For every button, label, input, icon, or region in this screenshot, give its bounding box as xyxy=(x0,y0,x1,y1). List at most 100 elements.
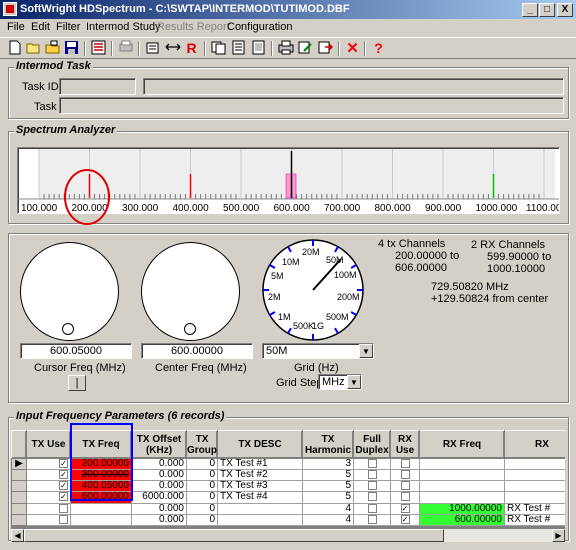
menu-configuration[interactable]: Configuration xyxy=(227,21,292,33)
full-duplex-cell[interactable] xyxy=(353,480,391,493)
tx-offset-cell[interactable]: 0.000 xyxy=(131,457,187,471)
cursor-button[interactable]: | xyxy=(68,375,86,391)
tx-use-cell[interactable] xyxy=(26,513,71,526)
arrows-horizontal-icon[interactable] xyxy=(164,40,181,57)
grid-dial[interactable]: 10M 20M 50M 100M 200M 500M 500K 1G 1M 2M… xyxy=(260,237,372,343)
export-icon[interactable] xyxy=(317,40,334,57)
tx-harmonic-cell[interactable]: 3 xyxy=(302,457,354,471)
rx-use-cell[interactable] xyxy=(390,480,420,493)
row-selector[interactable]: ▶ xyxy=(11,457,27,471)
print-preview-icon[interactable] xyxy=(117,40,134,57)
tx-group-cell[interactable]: 0 xyxy=(186,457,218,471)
row-selector[interactable] xyxy=(11,502,27,515)
scroll-thumb[interactable] xyxy=(24,529,444,542)
tx-use-cell[interactable]: ✓ xyxy=(26,480,71,493)
menu-edit[interactable]: Edit xyxy=(31,21,50,33)
rx-freq-cell[interactable] xyxy=(419,469,505,482)
col-full-duplex[interactable]: Full Duplex xyxy=(353,430,391,459)
row-selector[interactable] xyxy=(11,480,27,493)
rx-freq-cell[interactable] xyxy=(419,457,505,471)
checkbox[interactable]: ✓ xyxy=(59,481,68,491)
tx-offset-cell[interactable]: 0.000 xyxy=(131,469,187,482)
cursor-freq-input[interactable]: 600.05000 xyxy=(20,343,132,359)
tx-group-cell[interactable]: 0 xyxy=(186,502,218,515)
tx-use-cell[interactable]: ✓ xyxy=(26,469,71,482)
tx-desc-cell[interactable]: TX Test #1 xyxy=(217,457,303,471)
rx-use-cell[interactable] xyxy=(390,469,420,482)
help-icon[interactable]: ? xyxy=(370,40,387,57)
menu-results-report[interactable]: Results Report xyxy=(157,21,230,33)
tx-group-cell[interactable]: 0 xyxy=(186,469,218,482)
tx-harmonic-cell[interactable]: 4 xyxy=(302,502,354,515)
center-freq-input[interactable]: 600.00000 xyxy=(141,343,253,359)
tx-offset-cell[interactable]: 0.000 xyxy=(131,502,187,515)
checkbox[interactable] xyxy=(400,459,410,468)
tx-use-cell[interactable]: ✓ xyxy=(26,457,71,471)
row-selector[interactable] xyxy=(11,513,27,526)
tx-desc-cell[interactable]: TX Test #4 xyxy=(217,491,303,504)
tx-offset-cell[interactable]: 0.000 xyxy=(131,513,187,526)
full-duplex-cell[interactable] xyxy=(353,469,391,482)
maximize-button[interactable]: □ xyxy=(539,3,555,17)
col-rx-freq[interactable]: RX Freq xyxy=(419,430,505,459)
rx-desc-cell[interactable] xyxy=(504,457,565,471)
tx-desc-cell[interactable] xyxy=(217,513,303,526)
tx-harmonic-cell[interactable]: 5 xyxy=(302,491,354,504)
checkbox[interactable] xyxy=(400,470,410,480)
tx-harmonic-cell[interactable]: 5 xyxy=(302,480,354,493)
tx-desc-cell[interactable]: TX Test #2 xyxy=(217,469,303,482)
grid-step-select[interactable]: MHz ▼ xyxy=(318,374,362,390)
tx-offset-cell[interactable]: 0.000 xyxy=(131,480,187,493)
col-rx-use[interactable]: RX Use xyxy=(390,430,420,459)
rx-desc-cell[interactable] xyxy=(504,469,565,482)
checkbox[interactable] xyxy=(367,515,377,524)
table-row[interactable]: 0.000 0 4 ✓ 1000.00000 RX Test # xyxy=(11,502,565,515)
rx-freq-cell[interactable]: 600.00000 xyxy=(419,513,505,526)
scroll-left-icon[interactable]: ◀ xyxy=(11,529,24,542)
checkbox[interactable] xyxy=(59,515,68,524)
copy-icon[interactable] xyxy=(210,40,227,57)
checkbox[interactable]: ✓ xyxy=(59,470,68,480)
scroll-right-icon[interactable]: ▶ xyxy=(552,529,565,542)
rx-use-cell[interactable]: ✓ xyxy=(390,502,420,515)
col-tx-offset[interactable]: TX Offset (KHz) xyxy=(131,430,187,459)
tx-desc-cell[interactable] xyxy=(217,502,303,515)
tx-group-cell[interactable]: 0 xyxy=(186,480,218,493)
printer-icon[interactable] xyxy=(277,40,294,57)
new-icon[interactable] xyxy=(6,40,23,57)
folder-icon[interactable] xyxy=(44,40,61,57)
edit-icon[interactable] xyxy=(297,40,314,57)
tx-harmonic-cell[interactable]: 5 xyxy=(302,469,354,482)
checkbox[interactable]: ✓ xyxy=(59,492,68,502)
app-icon[interactable] xyxy=(3,2,17,16)
checkbox[interactable] xyxy=(367,470,377,480)
checkbox[interactable]: ✓ xyxy=(400,504,410,513)
table-horizontal-scrollbar[interactable]: ◀ ▶ xyxy=(11,529,565,542)
task-id-field[interactable] xyxy=(59,78,136,95)
list-icon[interactable] xyxy=(90,40,107,57)
col-tx-group[interactable]: TX Group xyxy=(186,430,218,459)
grid-select[interactable]: 50M ▼ xyxy=(262,343,374,359)
checkbox[interactable] xyxy=(367,459,377,468)
full-duplex-cell[interactable] xyxy=(353,502,391,515)
rx-desc-cell[interactable] xyxy=(504,480,565,493)
rx-desc-cell[interactable] xyxy=(504,491,565,504)
menu-file[interactable]: File xyxy=(7,21,25,33)
grid-dropdown-arrow-icon[interactable]: ▼ xyxy=(359,344,373,358)
full-duplex-cell[interactable] xyxy=(353,491,391,504)
full-duplex-cell[interactable] xyxy=(353,457,391,471)
close-button[interactable]: X xyxy=(557,3,573,17)
tx-use-cell[interactable]: ✓ xyxy=(26,491,71,504)
checkbox[interactable]: ✓ xyxy=(59,459,68,468)
checkbox[interactable] xyxy=(59,504,68,513)
tx-use-cell[interactable] xyxy=(26,502,71,515)
rx-use-cell[interactable]: ✓ xyxy=(390,513,420,526)
calculator-icon[interactable] xyxy=(144,40,161,57)
tx-group-cell[interactable]: 0 xyxy=(186,513,218,526)
grid-step-dropdown-arrow-icon[interactable]: ▼ xyxy=(347,375,361,389)
checkbox[interactable] xyxy=(367,504,377,513)
menu-intermod-study[interactable]: Intermod Study xyxy=(86,21,161,33)
task-field[interactable] xyxy=(59,97,564,114)
rx-desc-cell[interactable]: RX Test # xyxy=(504,502,565,515)
tx-freq-cell[interactable] xyxy=(70,513,132,526)
